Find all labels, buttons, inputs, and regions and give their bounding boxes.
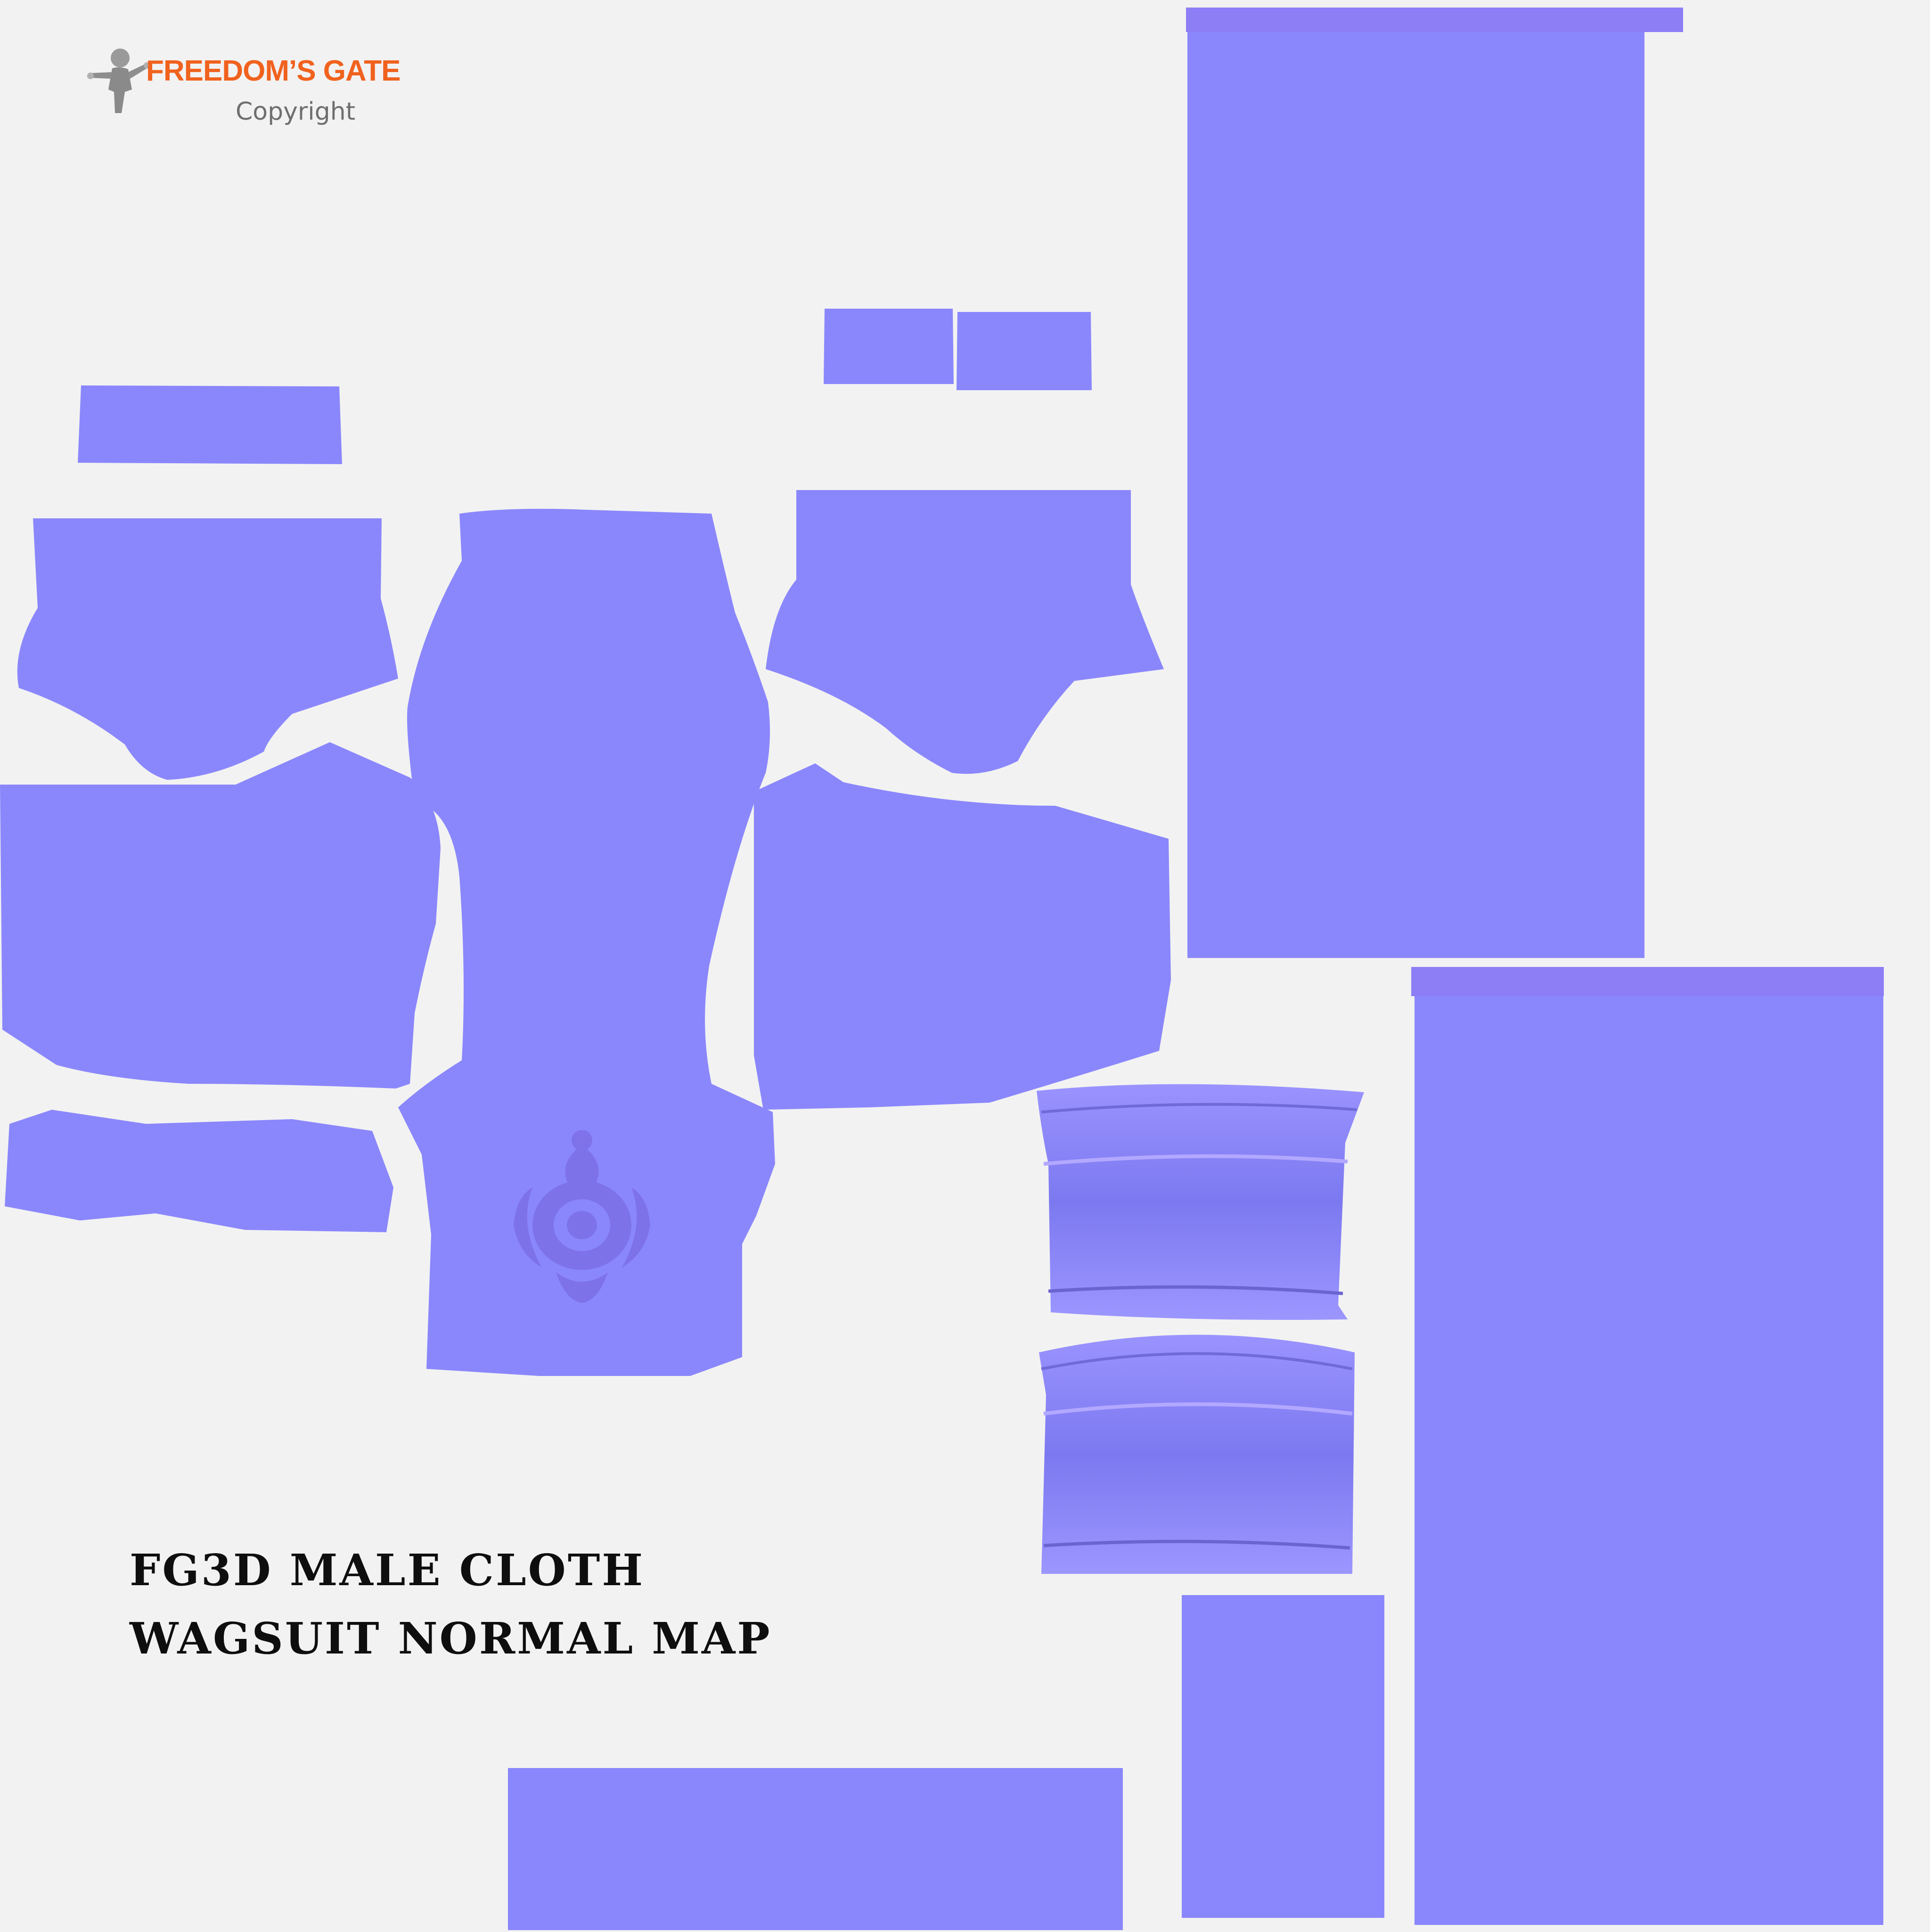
- uv-island-hood-left: [17, 518, 399, 780]
- uv-island-band-lower: [1039, 1334, 1355, 1574]
- brand-name: FREEDOM’S GATE: [146, 55, 401, 87]
- uv-island-sleeve-right: [754, 763, 1171, 1110]
- uv-island-sleeve-left: [0, 742, 441, 1089]
- uv-island-tall-panel-top: [1187, 32, 1644, 958]
- brand-logo: FREEDOM’S GATE Copyright: [85, 45, 401, 134]
- uv-texture-sheet: FREEDOM’S GATE Copyright FG3D MALE CLOTH…: [0, 0, 1930, 1930]
- uv-island-tall-panel-bottom-edge: [1411, 967, 1884, 996]
- uv-island-small-panel: [1182, 1595, 1384, 1918]
- figure-icon: [87, 49, 150, 113]
- uv-island-strap-left: [5, 1110, 393, 1232]
- uv-island-band-upper: [1037, 1084, 1364, 1320]
- uv-island-hood-right: [766, 490, 1164, 774]
- caption-line-1: FG3D MALE CLOTH: [130, 1545, 645, 1596]
- uv-island-tall-panel-bottom: [1415, 987, 1883, 1925]
- uv-island-bottom-panel: [508, 1768, 1123, 1930]
- copyright-notice: Copyright: [236, 98, 356, 126]
- uv-island-cuff-a: [824, 309, 954, 384]
- uv-island-tall-panel-top-edge: [1186, 8, 1683, 32]
- caption-line-2: WAGSUIT NORMAL MAP: [130, 1613, 772, 1664]
- uv-island-cuff-b: [957, 312, 1092, 390]
- uv-island-collar-left: [78, 385, 342, 464]
- texture-caption: FG3D MALE CLOTH WAGSUIT NORMAL MAP: [130, 1536, 772, 1673]
